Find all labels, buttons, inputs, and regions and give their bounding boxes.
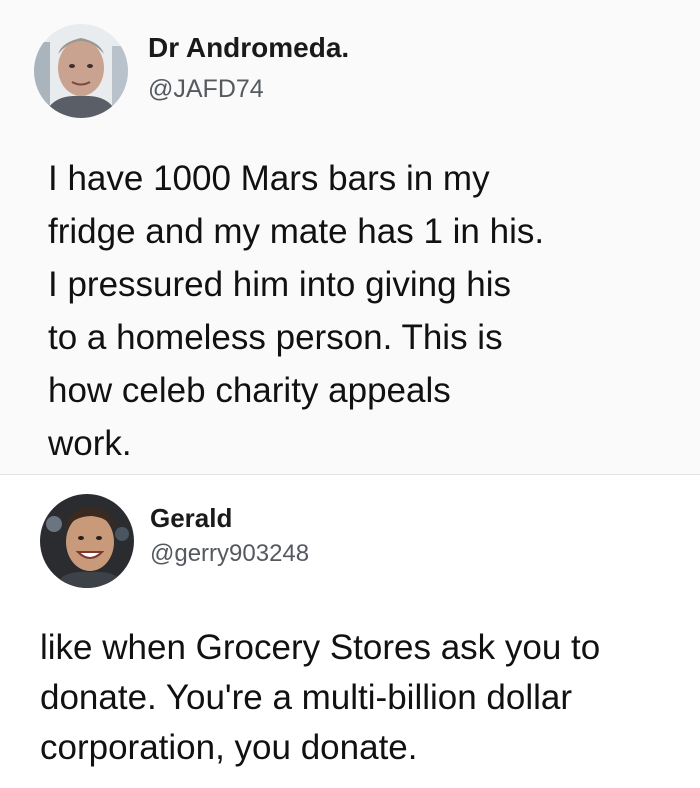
display-name[interactable]: Dr Andromeda. (148, 32, 349, 64)
tweet-text: like when Grocery Stores ask you to dona… (40, 628, 601, 767)
tweet-card-2: Gerald @gerry903248 like when Grocery St… (0, 475, 700, 788)
tweet-card-1: Dr Andromeda. @JAFD74 I have 1000 Mars b… (0, 0, 700, 474)
avatar-photo-icon (34, 24, 128, 118)
user-avatar[interactable] (40, 494, 134, 588)
user-avatar[interactable] (34, 24, 128, 118)
user-handle[interactable]: @JAFD74 (148, 75, 264, 104)
user-handle[interactable]: @gerry903248 (150, 540, 309, 568)
avatar-photo-icon (40, 494, 134, 588)
tweet-text: I have 1000 Mars bars in my fridge and m… (48, 159, 545, 463)
display-name[interactable]: Gerald (150, 503, 232, 534)
